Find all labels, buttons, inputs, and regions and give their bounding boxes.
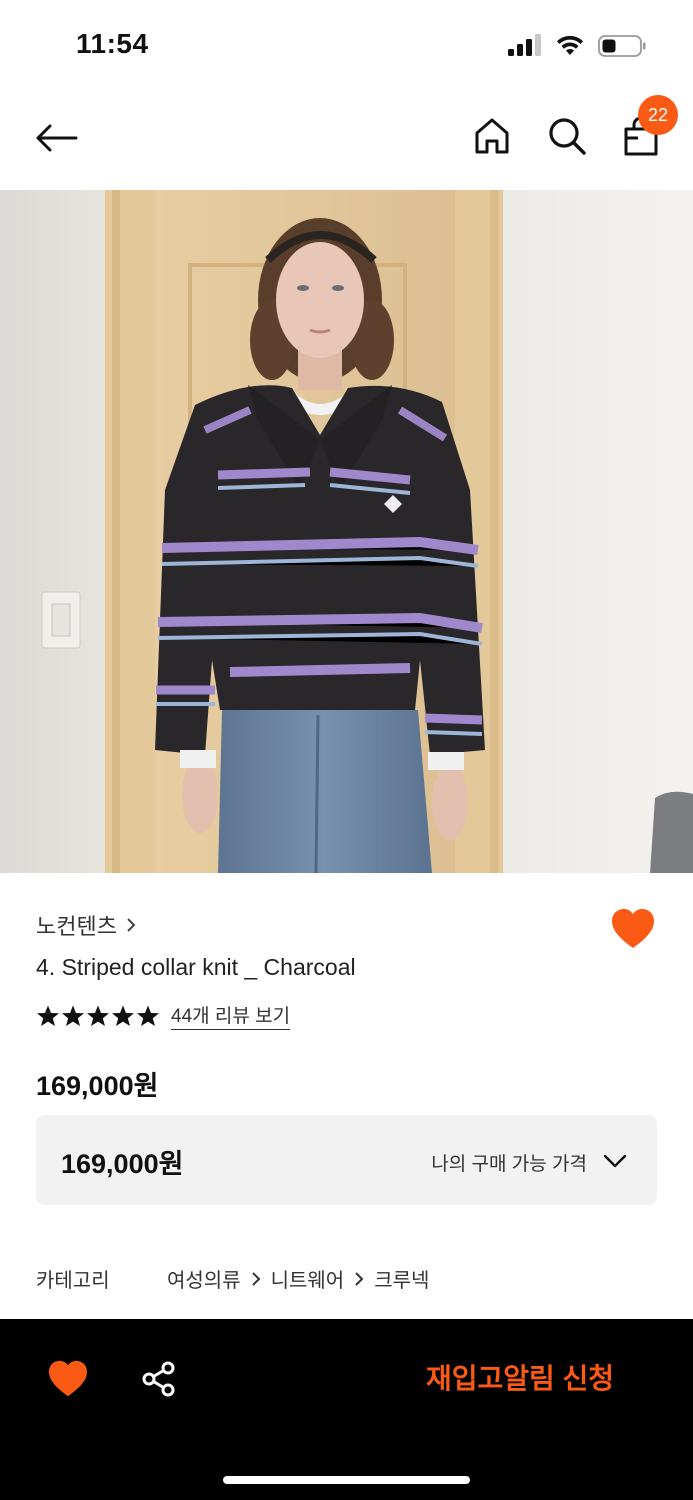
- category-item[interactable]: 여성의류: [167, 1264, 241, 1293]
- cart-count-badge: 22: [638, 95, 678, 135]
- category-breadcrumb: 여성의류 니트웨어 크루넥: [167, 1264, 429, 1293]
- star-icon: [62, 1005, 84, 1026]
- star-icon: [37, 1005, 59, 1026]
- chevron-right-icon: [251, 1271, 261, 1286]
- share-button[interactable]: [140, 1360, 178, 1398]
- brand-link[interactable]: 노컨텐츠: [36, 909, 137, 941]
- chevron-down-icon: [603, 1154, 627, 1168]
- chevron-right-icon: [127, 918, 136, 932]
- battery-icon: [598, 35, 646, 57]
- product-price: 169,000원: [36, 1071, 159, 1101]
- product-photo: [0, 190, 693, 873]
- rating-row: 44개 리뷰 보기: [36, 1001, 291, 1030]
- brand-name: 노컨텐츠: [36, 914, 117, 939]
- search-button[interactable]: [545, 114, 589, 158]
- purchasable-price-label: 나의 구매 가능 가격: [431, 1154, 587, 1175]
- star-icon: [87, 1005, 109, 1026]
- chevron-right-icon: [355, 1271, 364, 1286]
- star-icon: [112, 1005, 134, 1026]
- search-icon: [549, 118, 586, 155]
- product-name: 4. Striped collar knit _ Charcoal: [36, 954, 356, 980]
- purchasable-price-dropdown[interactable]: 169,000원 나의 구매 가능 가격: [36, 1115, 657, 1205]
- status-time: 11:54: [76, 28, 149, 59]
- restock-alert-button[interactable]: 재입고알림 신청: [400, 1355, 640, 1403]
- arrow-left-icon: [36, 124, 78, 152]
- review-link[interactable]: 44개 리뷰 보기: [171, 1001, 291, 1030]
- bottom-wishlist-button[interactable]: [47, 1360, 89, 1398]
- share-icon: [142, 1361, 175, 1397]
- home-indicator: [223, 1476, 470, 1484]
- home-button[interactable]: [470, 114, 514, 158]
- cellular-signal-icon: [508, 34, 541, 56]
- status-bar: 11:54: [0, 0, 693, 92]
- heart-filled-icon: [612, 909, 654, 948]
- category-label: 카테고리: [36, 1270, 110, 1292]
- product-image[interactable]: [0, 190, 693, 873]
- top-nav-bar: [0, 92, 693, 190]
- star-icon: [137, 1005, 159, 1026]
- back-button[interactable]: [32, 116, 80, 160]
- category-item[interactable]: 크루넥: [374, 1264, 429, 1293]
- wishlist-button[interactable]: [610, 908, 656, 950]
- bottom-action-bar: 재입고알림 신청: [0, 1319, 693, 1500]
- wifi-icon: [557, 35, 583, 55]
- category-row: 카테고리 여성의류 니트웨어 크루넥: [36, 1264, 429, 1293]
- purchasable-price-value: 169,000원: [61, 1149, 184, 1179]
- home-icon: [475, 118, 509, 154]
- category-item[interactable]: 니트웨어: [271, 1264, 345, 1293]
- heart-filled-icon: [49, 1360, 87, 1397]
